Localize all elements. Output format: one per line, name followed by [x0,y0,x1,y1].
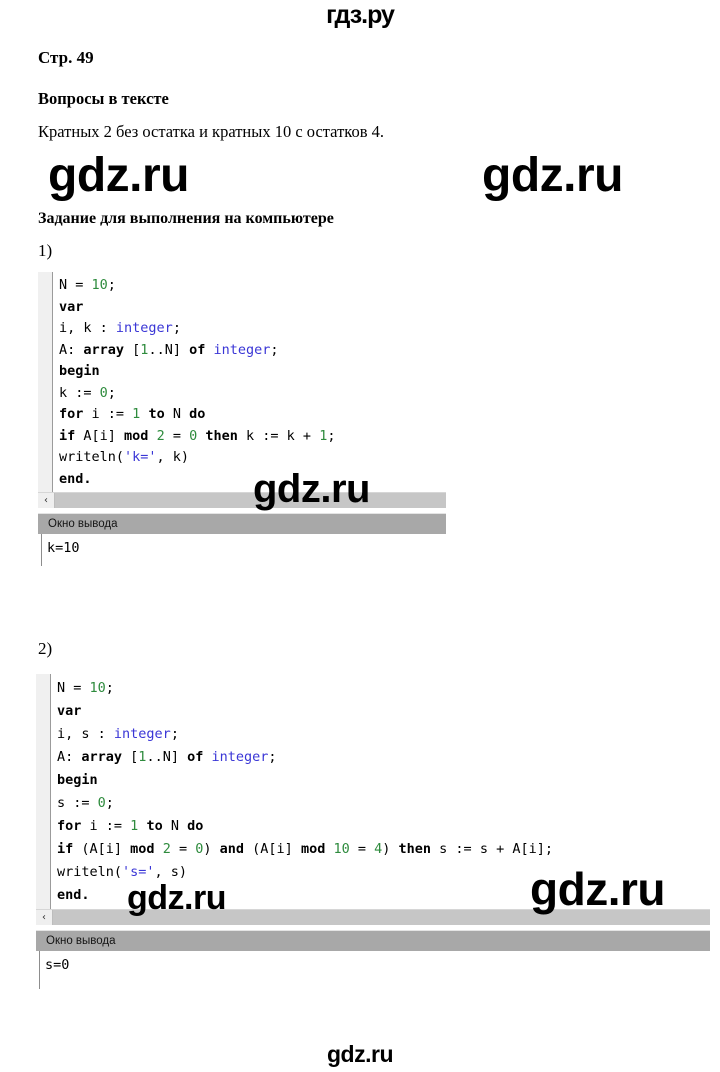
item-marker-1: 1) [38,241,53,260]
watermark-mid-right: gdz.ru [482,149,623,202]
scrollbar-thumb-1[interactable] [55,493,446,508]
code-line: i, k : integer; [59,320,181,336]
output-window-title-2: Окно вывода [36,930,710,951]
watermark-code-block-1: gdz.ru [253,467,370,511]
code-line: for i := 1 to N do [57,818,204,834]
code-line: var [57,703,82,719]
editor-gutter-1 [38,272,53,492]
code-line: N = 10; [59,277,116,293]
code-line: begin [59,363,100,379]
code-line: if (A[i] mod 2 = 0) and (A[i] mod 10 = 4… [57,841,553,857]
output-gutter-1 [38,534,42,566]
output-gutter-2 [36,951,40,989]
watermark-mid-left: gdz.ru [48,149,189,202]
heading-computer-task: Задание для выполнения на компьютере [38,210,334,227]
scroll-left-arrow-icon[interactable]: ‹ [36,910,53,925]
watermark-bottom: gdz.ru [327,1041,394,1067]
code-line: A: array [1..N] of integer; [59,341,279,358]
output-window-body-1: k=10 [38,534,446,566]
watermark-code-block-2-left: gdz.ru [127,879,226,917]
horizontal-scrollbar-1[interactable]: ‹ [38,492,446,508]
code-line: s := 0; [57,795,114,811]
output-window-body-2: s=0 [36,951,710,989]
site-logo-top: гдз.ру [326,1,395,29]
output-window-title-1: Окно вывода [38,513,446,534]
output-value-1: k=10 [47,540,80,556]
page-number-label: Стр. 49 [38,48,94,67]
code-line: if A[i] mod 2 = 0 then k := k + 1; [59,427,336,444]
answer-paragraph: Кратных 2 без остатка и кратных 10 с ост… [38,122,385,141]
code-listing-1: N = 10; var i, k : integer; A: array [1..N]… [38,275,446,490]
code-line: for i := 1 to N do [59,406,206,422]
code-line: i, s : integer; [57,726,179,742]
code-line: N = 10; [57,680,114,696]
code-area-1[interactable]: N = 10; var i, k : integer; A: array [1..N]… [38,272,446,492]
code-line: var [59,298,84,315]
item-marker-2: 2) [38,639,53,658]
code-line: k := 0; [59,384,116,401]
editor-gutter-2 [36,674,51,909]
scroll-left-arrow-icon[interactable]: ‹ [38,493,55,508]
code-editor-2: N = 10; var i, s : integer; A: array [1..N]… [36,674,710,989]
code-editor-1: N = 10; var i, k : integer; A: array [1..N]… [38,272,446,566]
watermark-code-block-2-right: gdz.ru [530,863,665,915]
heading-questions-in-text: Вопросы в тексте [38,89,169,108]
code-line: A: array [1..N] of integer; [57,749,277,765]
code-line: begin [57,772,98,788]
output-value-2: s=0 [45,957,70,973]
